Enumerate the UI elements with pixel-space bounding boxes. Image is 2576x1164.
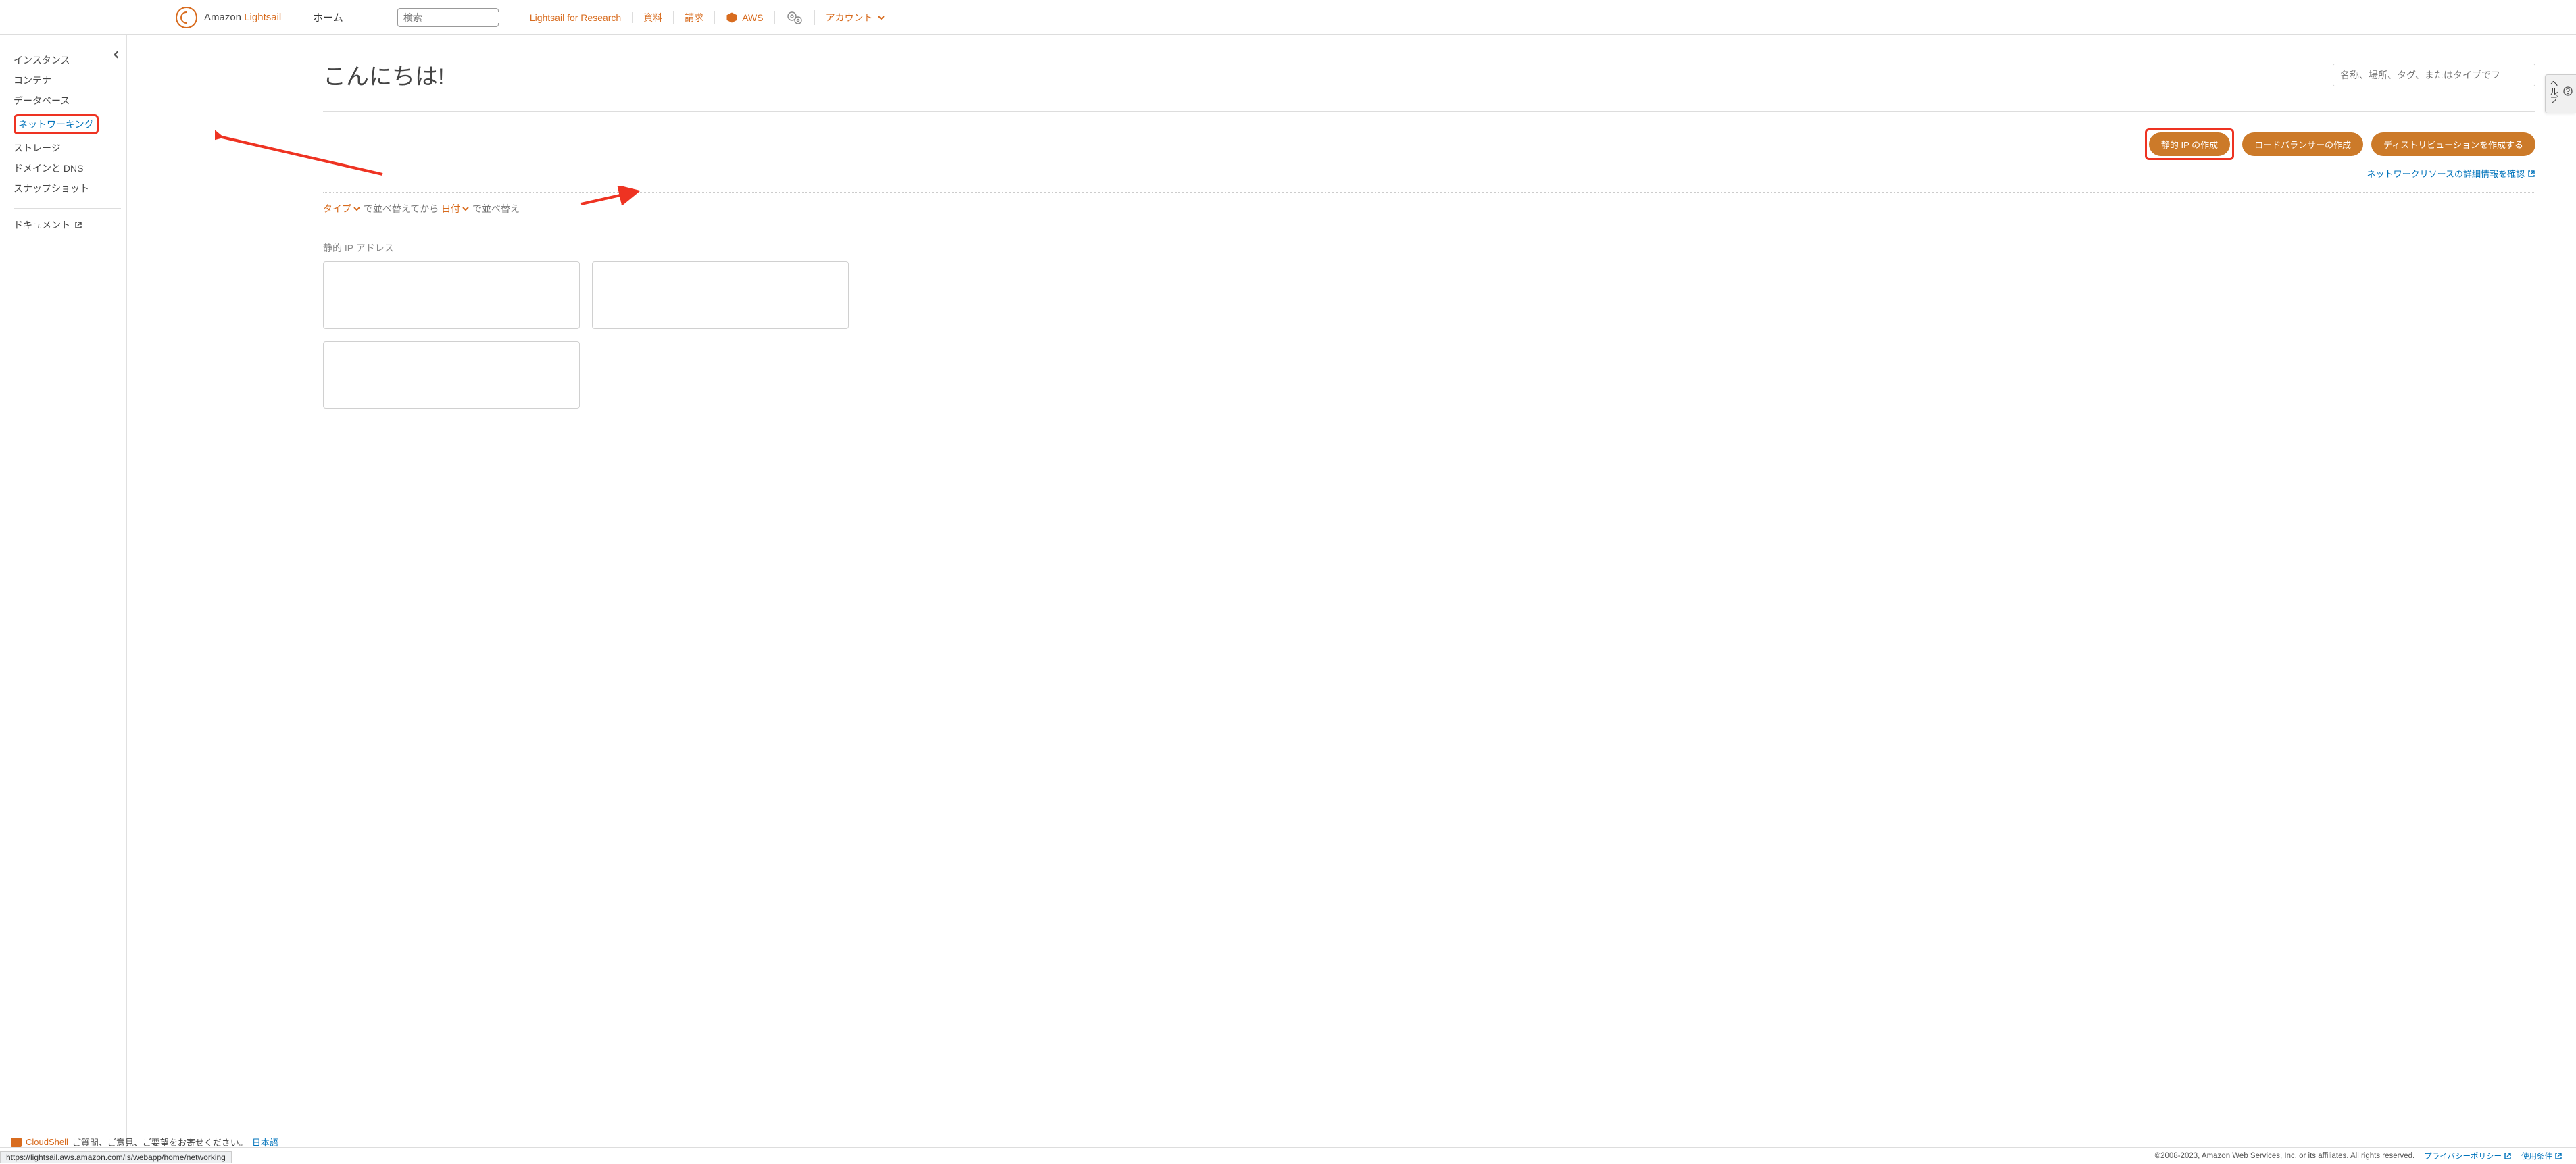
- logo-text: Amazon Lightsail: [204, 11, 281, 23]
- cloudshell-bar[interactable]: CloudShell ご質問、ご意見、ご要望をお寄せください。 日本語: [11, 1136, 278, 1148]
- nav-aws-label: AWS: [742, 12, 763, 23]
- cloudshell-lang[interactable]: 日本語: [252, 1136, 278, 1148]
- resource-card[interactable]: [323, 341, 580, 409]
- resource-card[interactable]: [592, 261, 849, 329]
- footer-terms-link[interactable]: 使用条件: [2521, 1150, 2562, 1161]
- cloudshell-suffix: ご質問、ご意見、ご要望をお寄せください。: [72, 1136, 248, 1148]
- logo[interactable]: Amazon Lightsail: [176, 7, 281, 28]
- logo-bold: Lightsail: [244, 11, 281, 23]
- external-link-icon: [2554, 1152, 2562, 1160]
- filter-input[interactable]: [2333, 64, 2535, 86]
- learn-more-link[interactable]: ネットワークリソースの詳細情報を確認: [2367, 167, 2535, 180]
- sidebar-divider: [14, 208, 121, 209]
- chevron-down-icon: [462, 205, 470, 213]
- chevron-left-icon: [112, 50, 121, 59]
- nav-docs[interactable]: 資料: [633, 11, 674, 24]
- create-distribution-button[interactable]: ディストリビューションを作成する: [2371, 132, 2535, 156]
- sidebar-item-networking[interactable]: ネットワーキング: [14, 111, 121, 138]
- sort-mid-text: で並べ替えてから: [364, 203, 441, 214]
- page-title: こんにちは!: [323, 58, 444, 91]
- sidebar-item-networking-label: ネットワーキング: [18, 119, 94, 130]
- chevron-down-icon: [353, 205, 361, 213]
- home-link[interactable]: ホーム: [299, 10, 343, 24]
- footer-privacy-link[interactable]: プライバシーポリシー: [2424, 1150, 2512, 1161]
- nav-billing[interactable]: 請求: [674, 11, 715, 24]
- sort-type-label: タイプ: [323, 202, 351, 216]
- sidebar-docs-link[interactable]: ドキュメント: [14, 218, 121, 232]
- sidebar-item-instances[interactable]: インスタンス: [14, 50, 121, 70]
- resource-card[interactable]: [323, 261, 580, 329]
- top-header: Amazon Lightsail ホーム Lightsail for Resea…: [0, 0, 2576, 35]
- create-load-balancer-button[interactable]: ロードバランサーの作成: [2242, 132, 2363, 156]
- nav-settings[interactable]: [775, 10, 815, 25]
- cloudshell-icon: [11, 1138, 22, 1147]
- external-link-icon: [74, 221, 82, 229]
- annotation-highlight-static-ip: 静的 IP の作成: [2145, 128, 2234, 160]
- sidebar-docs-label: ドキュメント: [14, 218, 70, 232]
- sidebar-item-storage[interactable]: ストレージ: [14, 138, 121, 158]
- sort-date-label: 日付: [441, 202, 460, 216]
- main-content: こんにちは! 静的 IP の作成 ロードバランサーの作成 ディストリビューション…: [127, 35, 2576, 1147]
- hero-divider: [323, 111, 2535, 112]
- sidebar-collapse-icon[interactable]: [112, 49, 121, 63]
- external-link-icon: [2504, 1152, 2512, 1160]
- learn-more-label: ネットワークリソースの詳細情報を確認: [2367, 167, 2525, 180]
- logo-prefix: Amazon: [204, 11, 244, 23]
- section-label-static-ip: 静的 IP アドレス: [323, 241, 2535, 255]
- nav-account[interactable]: アカウント: [815, 11, 896, 24]
- external-link-icon: [2527, 170, 2535, 178]
- sidebar-item-databases[interactable]: データベース: [14, 91, 121, 111]
- dotted-divider: [323, 192, 2535, 193]
- header-nav: Lightsail for Research 資料 請求 AWS アカウント: [519, 10, 896, 25]
- nav-aws[interactable]: AWS: [715, 11, 774, 24]
- sort-by-type[interactable]: タイプ: [323, 202, 361, 216]
- sort-by-date[interactable]: 日付: [441, 202, 470, 216]
- sidebar-item-snapshots[interactable]: スナップショット: [14, 178, 121, 199]
- hero-row: こんにちは!: [323, 58, 2535, 91]
- cloudshell-label: CloudShell: [26, 1137, 68, 1147]
- action-buttons: 静的 IP の作成 ロードバランサーの作成 ディストリビューションを作成する: [323, 128, 2535, 160]
- gear-icon: [786, 10, 803, 25]
- resource-grid: [323, 261, 2535, 409]
- create-static-ip-button[interactable]: 静的 IP の作成: [2149, 132, 2230, 156]
- nav-account-label: アカウント: [826, 11, 873, 24]
- annotation-highlight-networking: ネットワーキング: [14, 114, 99, 134]
- footer: ©2008-2023, Amazon Web Services, Inc. or…: [0, 1147, 2576, 1164]
- nav-research[interactable]: Lightsail for Research: [519, 12, 633, 23]
- footer-terms-label: 使用条件: [2521, 1150, 2552, 1161]
- chevron-down-icon: [877, 14, 885, 22]
- footer-copyright: ©2008-2023, Amazon Web Services, Inc. or…: [2155, 1152, 2415, 1160]
- sidebar-list: インスタンス コンテナ データベース ネットワーキング ストレージ ドメインと …: [14, 50, 121, 199]
- sidebar-item-containers[interactable]: コンテナ: [14, 70, 121, 91]
- sidebar: インスタンス コンテナ データベース ネットワーキング ストレージ ドメインと …: [0, 35, 127, 1147]
- search-input[interactable]: [403, 12, 526, 23]
- sort-end-text: で並べ替え: [472, 203, 520, 214]
- browser-status-bar: https://lightsail.aws.amazon.com/ls/weba…: [0, 1151, 232, 1163]
- cube-icon: [726, 11, 738, 24]
- learn-more-row: ネットワークリソースの詳細情報を確認: [323, 167, 2535, 180]
- sidebar-item-domains[interactable]: ドメインと DNS: [14, 158, 121, 178]
- sort-row: タイプ で並べ替えてから 日付 で並べ替え: [323, 202, 2535, 216]
- lightsail-logo-icon: [176, 7, 197, 28]
- search-box[interactable]: [397, 8, 499, 27]
- footer-privacy-label: プライバシーポリシー: [2424, 1150, 2502, 1161]
